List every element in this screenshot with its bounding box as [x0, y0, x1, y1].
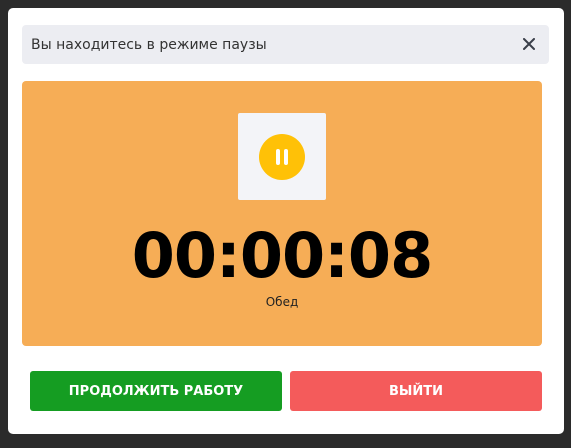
close-button[interactable]	[519, 34, 539, 54]
modal-header: Вы находитесь в режиме паузы	[22, 25, 549, 64]
exit-button[interactable]: ВЫЙТИ	[290, 371, 542, 411]
continue-work-button[interactable]: ПРОДОЛЖИТЬ РАБОТУ	[30, 371, 282, 411]
pause-modal: Вы находитесь в режиме паузы 00:00:08 Об…	[8, 8, 564, 434]
pause-indicator	[238, 113, 326, 200]
modal-title: Вы находитесь в режиме паузы	[31, 36, 267, 53]
pause-reason: Обед	[265, 295, 299, 309]
pause-button[interactable]	[259, 133, 305, 180]
pause-icon	[276, 148, 288, 165]
close-icon	[523, 38, 535, 50]
pause-panel: 00:00:08 Обед	[22, 81, 542, 346]
pause-timer: 00:00:08	[131, 219, 433, 292]
